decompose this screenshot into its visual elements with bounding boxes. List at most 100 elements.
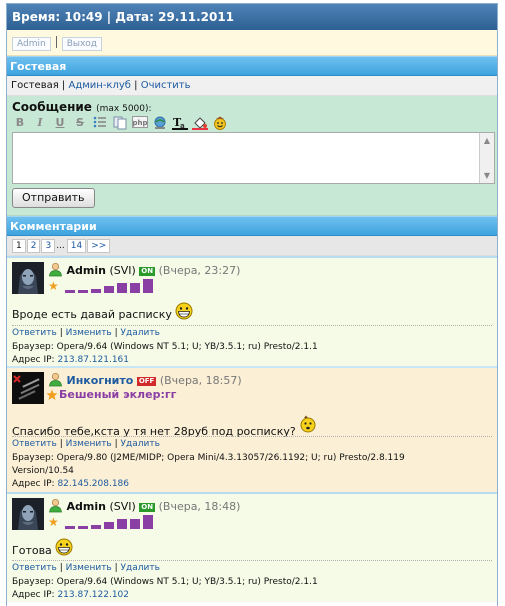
scroll-down-icon[interactable]: ▼ [480,168,494,183]
pagination: 1 2 3... 14 >> [7,236,497,256]
svg-text:php: php [132,119,147,127]
user-icon [49,262,62,277]
reply-link[interactable]: Ответить [12,563,57,573]
ip-link[interactable]: 213.87.121.161 [57,355,129,365]
avatar [12,262,44,294]
comment-meta: Браузер: Opera/9.80 (J2ME/MIDP; Opera Mi… [12,452,405,491]
italic-icon[interactable]: I [32,116,48,130]
message-textarea[interactable]: ▲ ▼ [12,132,495,184]
edit-link[interactable]: Изменить [66,563,112,573]
ip-label: Адрес IP: [12,479,55,489]
ip-label: Адрес IP: [12,590,55,600]
smiley-icon[interactable] [212,116,228,130]
reply-link[interactable]: Ответить [12,328,57,338]
link-icon[interactable] [152,116,168,130]
datetime-label: Время: 10:49 | Дата: 29.11.2011 [12,10,235,24]
message-label-text: Сообщение [12,100,92,114]
message-form: Сообщение (max 5000): B I U S php Ta ▲ ▼… [7,96,497,216]
thinking-smiley-icon [300,415,316,433]
star-icon: ★ [48,515,59,529]
comment-meta: Браузер: Opera/9.64 (Windows NT 5.1; U; … [12,341,318,367]
comment-time: (Вчера, 18:57) [159,374,242,387]
ip-link[interactable]: 82.145.208.186 [57,479,129,489]
php-icon[interactable]: php [132,116,148,130]
user-rank: ★ [48,515,156,529]
ip-link[interactable]: 213.87.122.102 [57,590,129,600]
message-limit: (max 5000): [96,104,152,114]
comment-item: Admin (SVI) ON (Вчера, 18:48) ★ Готова О… [7,492,497,602]
guestbook-header: Гостевая [7,56,497,76]
page-last[interactable]: 14 [66,239,87,253]
comment-author[interactable]: Admin [67,264,106,277]
comment-divider [12,560,492,561]
comment-actions: Ответить | Изменить | Удалить [12,328,160,338]
send-button[interactable]: Отправить [12,188,95,208]
comment-header: Admin (SVI) ON (Вчера, 23:27) [48,262,240,278]
comment-text: Спасибо тебе,кста у тя нет 28руб под рос… [12,415,317,438]
strikethrough-icon[interactable]: S [72,116,88,130]
edit-link[interactable]: Изменить [66,328,112,338]
ip-label: Адрес IP: [12,355,55,365]
nav-admin-club-link[interactable]: Админ-клуб [68,80,130,91]
comment-text: Готова [12,538,73,557]
separator: | [114,439,118,449]
nav-separator: | [61,80,66,91]
nav-current: Гостевая [11,80,59,91]
formatting-toolbar: B I U S php Ta [12,115,492,131]
browser-version: Version/10.54 [12,466,74,476]
bold-icon[interactable]: B [12,116,28,130]
comment-author[interactable]: Инкогнито [67,374,134,387]
reply-link[interactable]: Ответить [12,439,57,449]
page-next[interactable]: >> [87,239,111,253]
comment-item: Инкогнито OFF (Вчера, 18:57) Бешеный экл… [7,366,497,492]
comment-divider [12,436,492,437]
page-2[interactable]: 2 [26,239,41,253]
comment-text-content: Готова [12,544,52,557]
user-subtitle: Бешеный эклер:гг [59,388,177,401]
comment-time: (Вчера, 18:48) [158,500,241,513]
nav-clear-link[interactable]: Очистить [141,80,191,91]
comment-header: Инкогнито OFF (Вчера, 18:57) [48,372,242,388]
fill-color-icon[interactable] [192,116,208,130]
comment-item: Admin (SVI) ON (Вчера, 23:27) ★ Вроде ес… [7,256,497,366]
delete-link[interactable]: Удалить [121,328,160,338]
text-color-icon[interactable]: Ta [172,116,188,130]
grin-smiley-icon [55,538,73,556]
page-ellipsis: ... [56,241,65,251]
scroll-track[interactable] [480,148,494,168]
delete-link[interactable]: Удалить [121,439,160,449]
scroll-up-icon[interactable]: ▲ [480,133,494,148]
comment-header: Admin (SVI) ON (Вчера, 18:48) [48,498,240,514]
star-icon [46,389,58,400]
guestbook-title: Гостевая [10,60,67,73]
browser-info: Браузер: Opera/9.80 (J2ME/MIDP; Opera Mi… [12,453,405,463]
delete-link[interactable]: Удалить [121,563,160,573]
underline-icon[interactable]: U [52,116,68,130]
copy-icon[interactable] [112,116,128,130]
avatar [12,498,44,530]
comments-title: Комментарии [10,220,97,233]
page-3[interactable]: 3 [41,239,56,253]
comment-role: (SVI) [109,264,136,277]
guestbook-nav: Гостевая | Админ-клуб | Очистить [7,76,497,96]
comment-author[interactable]: Admin [67,500,106,513]
status-badge: ON [139,503,156,512]
nav-separator: | [134,80,138,91]
grin-smiley-icon [175,302,193,320]
star-icon: ★ [48,279,59,293]
comment-meta: Браузер: Opera/9.64 (Windows NT 5.1; U; … [12,576,318,602]
list-icon[interactable] [92,116,108,130]
page-1[interactable]: 1 [12,239,26,253]
avatar [12,372,44,404]
comment-actions: Ответить | Изменить | Удалить [12,439,160,449]
separator: | [59,328,63,338]
separator: | [59,563,63,573]
page-container: Время: 10:49 | Дата: 29.11.2011 Admin Вых… [6,3,498,606]
edit-link[interactable]: Изменить [66,439,112,449]
user-rank: ★ [48,279,156,293]
logout-button[interactable]: Выход [61,37,103,51]
admin-button[interactable]: Admin [12,37,51,51]
comment-role: (SVI) [109,500,136,513]
textarea-scrollbar[interactable]: ▲ ▼ [479,133,494,183]
rank-bars-icon [64,279,156,293]
